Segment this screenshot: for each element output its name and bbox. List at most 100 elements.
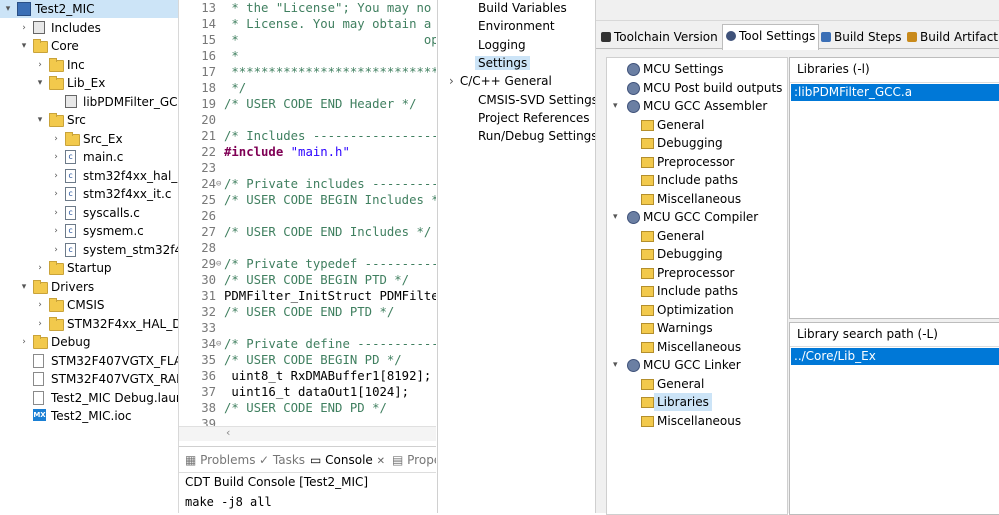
category-item[interactable]: Run/Debug Settings (478, 129, 598, 143)
code-line[interactable]: #include "main.h" (224, 145, 350, 159)
editor-horizontal-scrollbar[interactable]: ‹ (179, 426, 436, 441)
category-item[interactable]: Environment (478, 19, 555, 33)
category-item[interactable]: Logging (478, 38, 526, 52)
chevron-right-icon[interactable]: › (50, 241, 62, 259)
chevron-down-icon[interactable]: ▾ (613, 97, 618, 115)
tab-properties[interactable]: ▤ Prope (392, 453, 436, 467)
settings-tree-item[interactable]: Preprocessor (607, 264, 785, 282)
explorer-item[interactable]: › c main.c (0, 148, 178, 166)
settings-tree-item[interactable]: ▾ MCU GCC Linker (607, 356, 785, 374)
scroll-left-icon[interactable]: ‹ (226, 426, 230, 439)
code-line[interactable]: /* USER CODE BEGIN PTD */ (224, 273, 409, 287)
chevron-down-icon[interactable]: ▾ (18, 37, 30, 55)
code-line[interactable]: * the "License"; You may no (224, 1, 431, 15)
explorer-item[interactable]: MX Test2_MIC.ioc (0, 407, 178, 425)
code-line[interactable]: /* USER CODE END Includes */ (224, 225, 431, 239)
chevron-down-icon[interactable]: ▾ (18, 278, 30, 296)
explorer-item[interactable]: Test2_MIC Debug.launc (0, 389, 178, 407)
tab-console[interactable]: ▭ Console ✕ (310, 453, 385, 467)
settings-tree-item[interactable]: Miscellaneous (607, 190, 785, 208)
settings-tree-item[interactable]: Include paths (607, 171, 785, 189)
code-line[interactable]: * op (224, 33, 436, 47)
close-icon[interactable]: ✕ (377, 456, 385, 467)
settings-tree-item[interactable]: General (607, 116, 785, 134)
settings-tree-item[interactable]: Miscellaneous (607, 338, 785, 356)
chevron-right-icon[interactable]: › (50, 222, 62, 240)
settings-tree-item[interactable]: Debugging (607, 245, 785, 263)
code-line[interactable]: /* Includes ------------------ (224, 129, 436, 143)
chevron-right-icon[interactable]: › (34, 296, 46, 314)
chevron-right-icon[interactable]: › (34, 315, 46, 333)
category-item[interactable]: Project References (478, 111, 590, 125)
tab-toolchain[interactable]: Toolchain Version (598, 26, 721, 48)
chevron-right-icon[interactable]: › (50, 204, 62, 222)
chevron-right-icon[interactable]: › (50, 167, 62, 185)
code-line[interactable]: /* USER CODE BEGIN Includes * (224, 193, 436, 207)
code-line[interactable]: /* Private includes ---------- (224, 177, 436, 191)
category-item[interactable]: › C/C++ General (449, 74, 552, 88)
code-line[interactable]: uint8_t RxDMABuffer1[8192]; (224, 369, 431, 383)
code-line[interactable]: * (224, 49, 238, 63)
explorer-item[interactable]: ▾ Test2_MIC (0, 0, 178, 18)
explorer-item[interactable]: › Startup (0, 259, 178, 277)
code-line[interactable]: **************************** (224, 65, 436, 79)
settings-tree-item[interactable]: Preprocessor (607, 153, 785, 171)
chevron-down-icon[interactable]: ▾ (2, 0, 14, 18)
explorer-item[interactable]: › CMSIS (0, 296, 178, 314)
tab-problems[interactable]: ▦ Problems (185, 453, 255, 467)
code-line[interactable]: * License. You may obtain a (224, 17, 431, 31)
fold-icon[interactable]: ⊖ (216, 179, 221, 189)
settings-tree-item[interactable]: General (607, 227, 785, 245)
explorer-item[interactable]: › Inc (0, 56, 178, 74)
explorer-item[interactable]: › STM32F4xx_HAL_Driv (0, 315, 178, 333)
chevron-down-icon[interactable]: ▾ (34, 74, 46, 92)
chevron-down-icon[interactable]: ▾ (34, 111, 46, 129)
explorer-item[interactable]: ›c system_stm32f4xx (0, 241, 178, 259)
explorer-item[interactable]: › c sysmem.c (0, 222, 178, 240)
explorer-item[interactable]: › c syscalls.c (0, 204, 178, 222)
code-line[interactable]: uint16_t dataOut1[1024]; (224, 385, 409, 399)
settings-tree-item[interactable]: Optimization (607, 301, 785, 319)
code-editor[interactable]: 13 * the "License"; You may no 14 * Licen… (179, 0, 436, 443)
category-item[interactable]: Settings (475, 55, 531, 70)
chevron-down-icon[interactable]: ▾ (613, 356, 618, 374)
chevron-right-icon[interactable]: › (18, 19, 30, 37)
code-line[interactable]: /* Private typedef ---------- (224, 257, 436, 271)
library-search-path-item[interactable]: ../Core/Lib_Ex (791, 348, 999, 365)
code-line[interactable]: /* USER CODE END Header */ (224, 97, 417, 111)
code-line[interactable]: /* USER CODE BEGIN PD */ (224, 353, 402, 367)
settings-tree-item[interactable]: Include paths (607, 282, 785, 300)
fold-icon[interactable]: ⊖ (216, 339, 221, 349)
tab-build-steps[interactable]: Build Steps (818, 26, 905, 48)
code-line[interactable]: PDMFilter_InitStruct PDMFilte (224, 289, 436, 303)
code-line[interactable]: */ (224, 81, 246, 95)
category-item[interactable]: CMSIS-SVD Settings (478, 93, 598, 107)
explorer-item[interactable]: › Src_Ex (0, 130, 178, 148)
chevron-right-icon[interactable]: › (34, 259, 46, 277)
chevron-right-icon[interactable]: › (34, 56, 46, 74)
tab-build-artifact[interactable]: Build Artifact (904, 26, 999, 48)
settings-tree-item[interactable]: MCU Settings (607, 60, 785, 78)
explorer-item[interactable]: ▾ Lib_Ex (0, 74, 178, 92)
fold-icon[interactable]: ⊖ (216, 259, 221, 269)
explorer-item[interactable]: ▾ Core (0, 37, 178, 55)
explorer-item[interactable]: STM32F407VGTX_FLASH (0, 352, 178, 370)
explorer-item[interactable]: ▾ Drivers (0, 278, 178, 296)
category-item[interactable]: Build Variables (478, 1, 567, 15)
explorer-item[interactable]: › Debug (0, 333, 178, 351)
chevron-right-icon[interactable]: › (50, 185, 62, 203)
chevron-down-icon[interactable]: ▾ (613, 208, 618, 226)
settings-tree-item[interactable]: Miscellaneous (607, 412, 785, 430)
libraries-list-item[interactable]: :libPDMFilter_GCC.a (791, 84, 999, 101)
code-line[interactable]: /* USER CODE END PD */ (224, 401, 387, 415)
explorer-item[interactable]: libPDMFilter_GCC (0, 93, 178, 111)
code-line[interactable]: /* USER CODE END PTD */ (224, 305, 394, 319)
explorer-item[interactable]: STM32F407VGTX_RAM.l (0, 370, 178, 388)
tab-tasks[interactable]: ✓ Tasks (259, 453, 305, 467)
chevron-right-icon[interactable]: › (449, 74, 454, 88)
settings-tree-item[interactable]: Debugging (607, 134, 785, 152)
settings-tree-item[interactable]: ▾ MCU GCC Assembler (607, 97, 785, 115)
code-line[interactable]: /* Private define ----------- (224, 337, 436, 351)
settings-tree-item[interactable]: Warnings (607, 319, 785, 337)
chevron-right-icon[interactable]: › (18, 333, 30, 351)
